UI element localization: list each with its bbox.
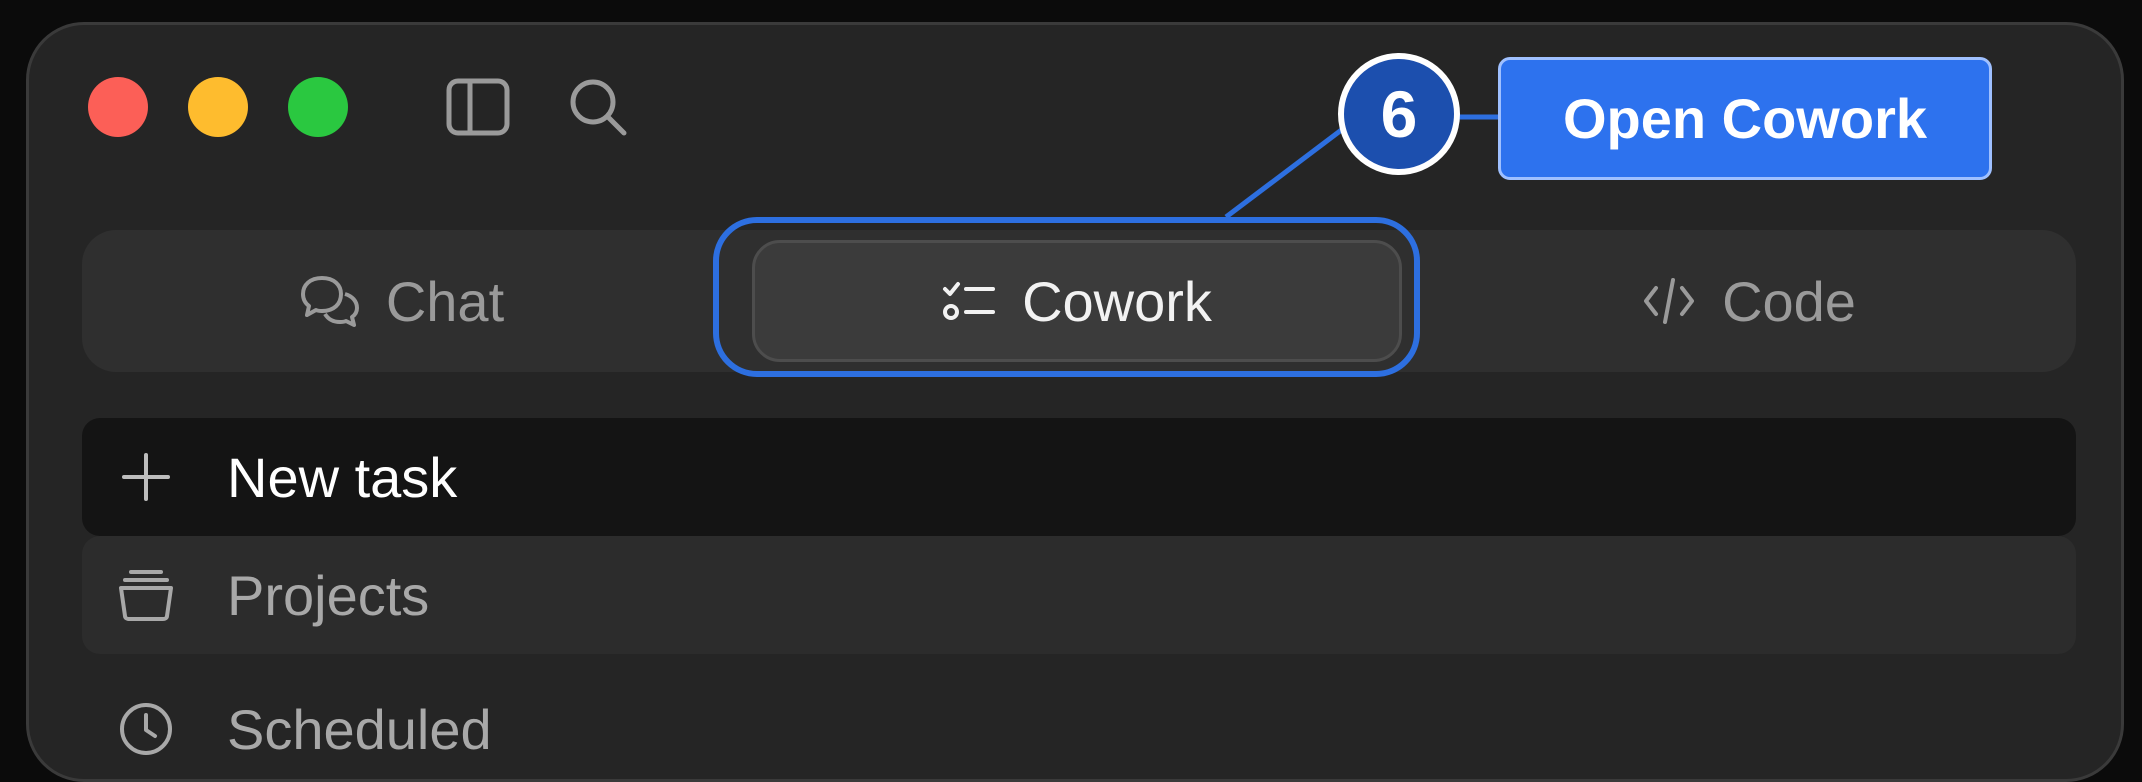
plus-icon — [115, 446, 177, 508]
tab-chat-label: Chat — [385, 269, 505, 333]
tab-cowork-label: Cowork — [1022, 269, 1212, 333]
sidebar-item-scheduled[interactable]: Scheduled — [82, 670, 2076, 779]
zoom-window-button[interactable] — [288, 77, 348, 137]
sidebar-icon — [446, 78, 510, 136]
scheduled-label: Scheduled — [227, 697, 492, 761]
checklist-icon — [943, 282, 996, 320]
sidebar-toggle-button[interactable] — [442, 71, 514, 143]
tab-chat[interactable]: Chat — [82, 230, 722, 372]
projects-stack-icon — [115, 564, 177, 626]
close-window-button[interactable] — [88, 77, 148, 137]
sidebar-item-projects[interactable]: Projects — [82, 536, 2076, 654]
clock-icon — [115, 698, 177, 760]
tab-code-label: Code — [1722, 269, 1856, 333]
search-icon — [570, 79, 627, 136]
tab-cowork[interactable]: Cowork — [752, 240, 1402, 362]
step-number-badge: 6 — [1338, 53, 1460, 175]
tab-code[interactable]: Code — [1422, 230, 2076, 372]
minimize-window-button[interactable] — [188, 77, 248, 137]
mode-tab-bar: Chat Cowork Code — [82, 230, 2076, 372]
projects-label: Projects — [227, 563, 430, 627]
new-task-button[interactable]: New task — [82, 418, 2076, 536]
code-brackets-icon — [1644, 278, 1695, 324]
chat-bubbles-icon — [300, 276, 359, 327]
search-button[interactable] — [562, 71, 634, 143]
new-task-label: New task — [227, 445, 458, 509]
open-cowork-callout: Open Cowork — [1498, 57, 1992, 180]
